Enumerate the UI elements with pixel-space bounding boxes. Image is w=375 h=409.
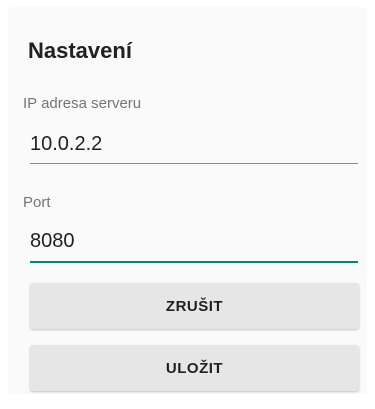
ip-address-input[interactable] [30,130,358,164]
port-input[interactable] [30,227,358,261]
dialog-title: Nastavení [28,38,132,63]
ip-address-label: IP adresa serveru [23,95,142,112]
save-button[interactable]: ULOŽIT [30,345,359,391]
port-label: Port [23,194,51,211]
ip-address-underline [30,163,358,164]
cancel-button[interactable]: ZRUŠIT [30,283,359,329]
settings-dialog [8,7,367,394]
port-underline [30,261,358,263]
